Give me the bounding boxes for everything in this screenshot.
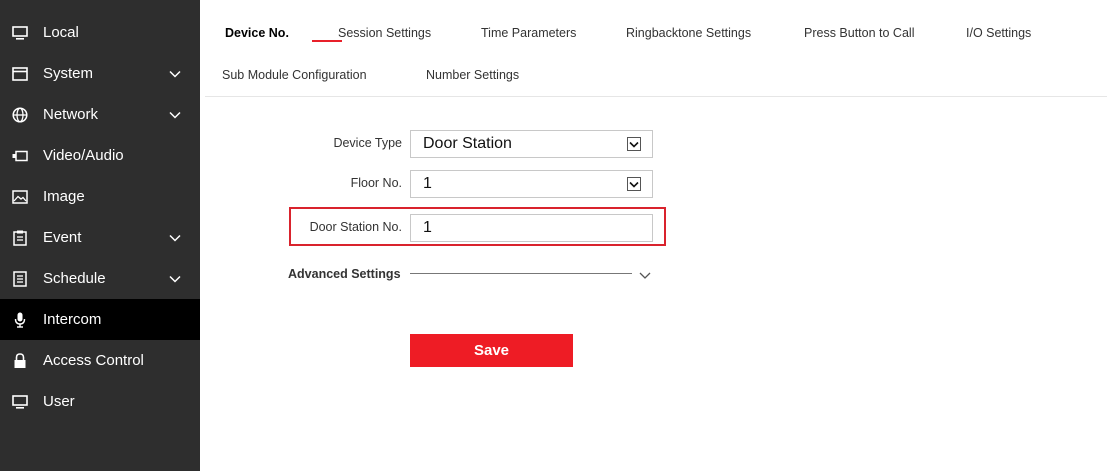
tab-session-settings[interactable]: Session Settings	[338, 26, 431, 40]
floor-no-select[interactable]: 1	[410, 170, 653, 198]
sidebar-item-image[interactable]: Image	[0, 176, 200, 217]
sidebar-item-label: Access Control	[43, 352, 144, 369]
calendar-icon	[10, 269, 30, 289]
door-station-no-label: Door Station No.	[309, 220, 402, 234]
image-icon	[10, 187, 30, 207]
sidebar-item-label: Network	[43, 106, 99, 123]
globe-icon	[10, 105, 30, 125]
sidebar-item-system[interactable]: System	[0, 53, 200, 94]
sidebar-item-label: System	[43, 65, 94, 82]
device-type-label: Device Type	[333, 136, 402, 150]
sidebar: Local System Network Video/Audio Image E…	[0, 0, 200, 471]
tab-sub-module-configuration[interactable]: Sub Module Configuration	[222, 68, 367, 82]
sidebar-item-label: Intercom	[43, 311, 102, 328]
clipboard-icon	[10, 228, 30, 248]
monitor-icon	[10, 23, 30, 43]
lock-icon	[10, 351, 30, 371]
sidebar-item-intercom[interactable]: Intercom	[0, 299, 200, 340]
chevron-down-icon[interactable]	[627, 177, 641, 191]
chevron-down-icon[interactable]	[168, 231, 182, 245]
sidebar-item-video-audio[interactable]: Video/Audio	[0, 135, 200, 176]
sidebar-item-label: User	[43, 393, 75, 410]
advanced-settings-divider	[410, 273, 632, 274]
sidebar-item-label: Local	[43, 24, 79, 41]
camera-icon	[10, 146, 30, 166]
chevron-down-icon[interactable]	[627, 137, 641, 151]
tab-time-parameters[interactable]: Time Parameters	[481, 26, 576, 40]
window-icon	[10, 64, 30, 84]
chevron-down-icon[interactable]	[168, 108, 182, 122]
floor-no-label: Floor No.	[350, 176, 402, 190]
sidebar-item-user[interactable]: User	[0, 381, 200, 422]
save-button[interactable]: Save	[410, 334, 573, 367]
sidebar-item-network[interactable]: Network	[0, 94, 200, 135]
tab-ringbacktone-settings[interactable]: Ringbacktone Settings	[626, 26, 751, 40]
active-tab-indicator	[312, 40, 342, 42]
device-type-select[interactable]: Door Station	[410, 130, 653, 158]
floor-no-value: 1	[423, 175, 432, 192]
tab-number-settings[interactable]: Number Settings	[426, 68, 519, 82]
sidebar-item-label: Video/Audio	[43, 147, 124, 164]
microphone-icon	[10, 310, 30, 330]
door-station-no-value: 1	[423, 219, 432, 236]
chevron-down-icon[interactable]	[168, 67, 182, 81]
door-station-no-input[interactable]: 1	[410, 214, 653, 242]
sidebar-item-access-control[interactable]: Access Control	[0, 340, 200, 381]
chevron-down-icon[interactable]	[638, 267, 652, 281]
sidebar-item-local[interactable]: Local	[0, 12, 200, 53]
device-type-value: Door Station	[423, 135, 512, 152]
sidebar-item-label: Image	[43, 188, 85, 205]
advanced-settings-toggle[interactable]: Advanced Settings	[288, 267, 401, 281]
tab-press-button-to-call[interactable]: Press Button to Call	[804, 26, 914, 40]
tab-io-settings[interactable]: I/O Settings	[966, 26, 1031, 40]
sidebar-item-label: Schedule	[43, 270, 106, 287]
sidebar-item-event[interactable]: Event	[0, 217, 200, 258]
tab-device-no[interactable]: Device No.	[225, 26, 289, 40]
tab-divider	[205, 96, 1107, 97]
sidebar-item-schedule[interactable]: Schedule	[0, 258, 200, 299]
monitor-icon	[10, 392, 30, 412]
sidebar-item-label: Event	[43, 229, 82, 246]
chevron-down-icon[interactable]	[168, 272, 182, 286]
